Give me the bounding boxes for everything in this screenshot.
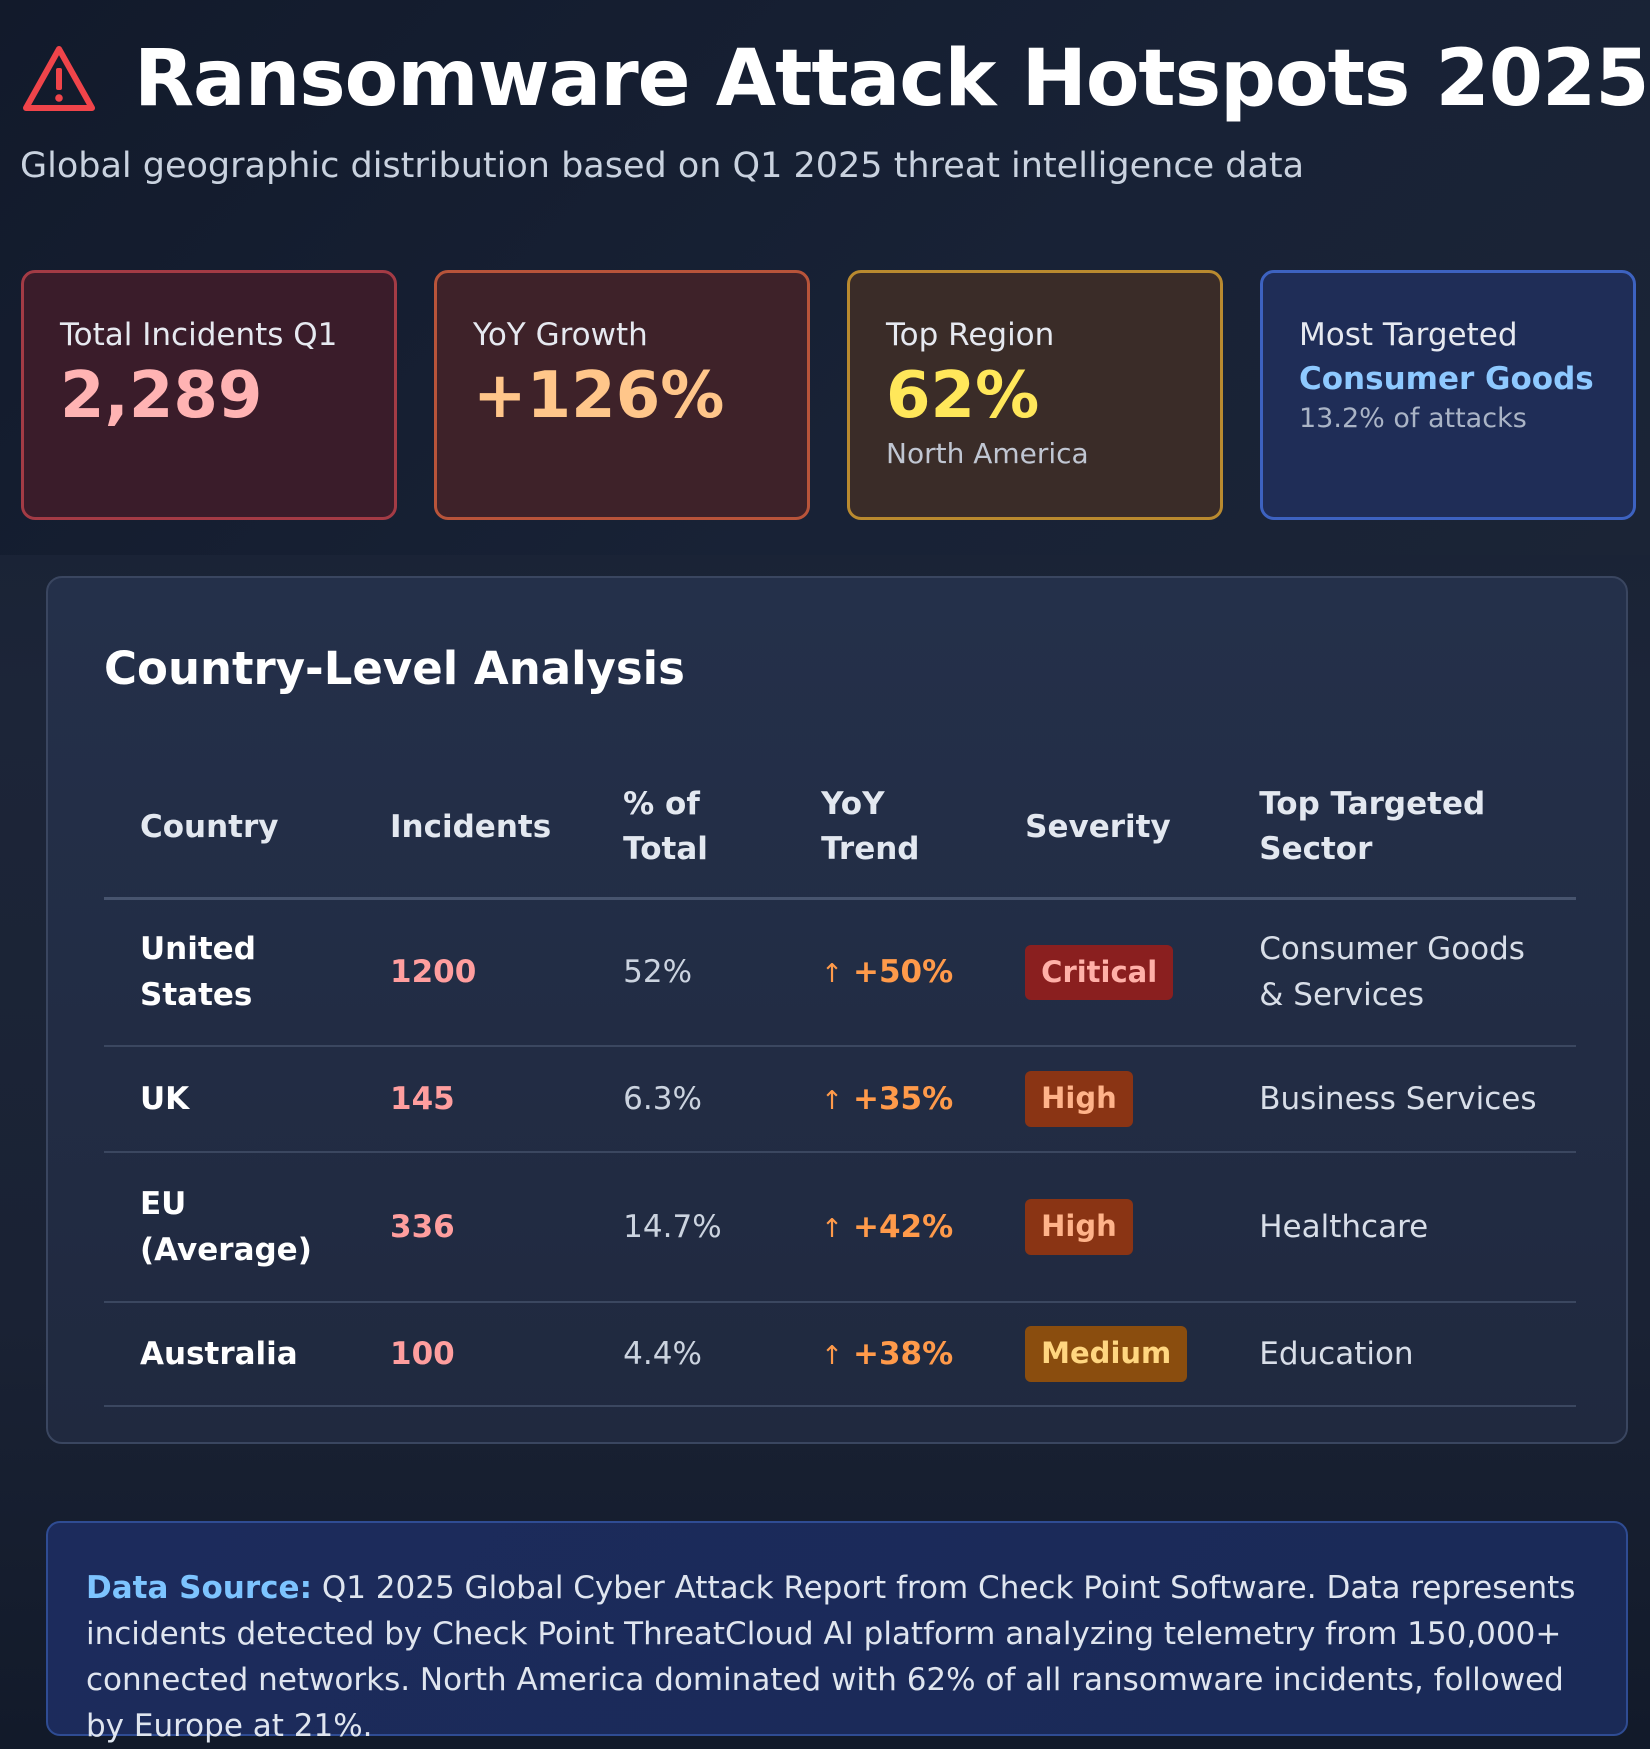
cell-incidents: 336: [354, 1152, 588, 1303]
page-subtitle: Global geographic distribution based on …: [20, 146, 1305, 186]
card-value: 2,289: [60, 359, 263, 433]
cell-trend: ↑ +38%: [785, 1302, 990, 1407]
severity-badge: High: [1025, 1199, 1133, 1255]
cell-country: Australia: [104, 1302, 354, 1407]
trend-value: +50%: [852, 954, 954, 990]
cell-severity: Medium: [989, 1302, 1224, 1407]
trend-up-icon: ↑: [821, 1213, 843, 1244]
column-header-pct: % of Total: [587, 758, 786, 900]
column-header-trend: YoY Trend: [785, 758, 990, 900]
severity-badge: Critical: [1025, 944, 1174, 1000]
card-label: Top Region: [886, 317, 1055, 353]
warning-triangle-icon: [23, 46, 95, 111]
cell-severity: Critical: [989, 898, 1224, 1047]
trend-value: +35%: [852, 1080, 954, 1117]
severity-badge: Medium: [1025, 1326, 1188, 1382]
page-title: Ransomware Attack Hotspots 2025: [134, 34, 1650, 124]
cell-incidents: 145: [354, 1046, 588, 1153]
card-value: 62%: [886, 359, 1040, 433]
panel-title: Country-Level Analysis: [104, 642, 685, 695]
trend-value: +42%: [852, 1208, 954, 1245]
column-header-country: Country: [104, 758, 354, 900]
cell-trend: ↑ +35%: [785, 1046, 990, 1153]
cell-sector: Education: [1223, 1302, 1576, 1407]
trend-up-icon: ↑: [821, 1085, 843, 1116]
table-row: Australia 100 4.4% ↑ +38% Medium Educatio…: [104, 1302, 1576, 1407]
table-row: EU (Average) 336 14.7% ↑ +42% High Health…: [104, 1152, 1576, 1303]
data-source-note: Data Source: Q1 2025 Global Cyber Attack…: [46, 1521, 1628, 1744]
card-label: YoY Growth: [473, 317, 648, 353]
cell-severity: High: [989, 1152, 1224, 1303]
cell-pct: 4.4%: [587, 1302, 786, 1407]
severity-badge: High: [1025, 1071, 1133, 1127]
cell-country: UK: [104, 1046, 354, 1153]
cell-incidents: 1200: [354, 898, 588, 1047]
table-row: UK 145 6.3% ↑ +35% High Business Services: [104, 1046, 1576, 1153]
cell-sector: Consumer Goods & Services: [1223, 898, 1576, 1047]
stat-card-total-incidents: Total Incidents Q1 2,289: [21, 270, 397, 520]
country-table: Country Incidents % of Total YoY Trend S…: [104, 758, 1576, 1407]
cell-country: United States: [104, 898, 354, 1047]
title-row: Ransomware Attack Hotspots 2025: [22, 34, 1650, 124]
stat-card-yoy-growth: YoY Growth +126%: [434, 270, 810, 520]
card-sub: North America: [886, 437, 1089, 471]
table-header-row: Country Incidents % of Total YoY Trend S…: [104, 758, 1576, 900]
card-sub: 13.2% of attacks: [1299, 403, 1527, 434]
data-source-label: Data Source:: [86, 1570, 312, 1606]
cell-country: EU (Average): [104, 1152, 354, 1303]
trend-value: +38%: [852, 1335, 954, 1372]
column-header-severity: Severity: [989, 758, 1224, 900]
cell-sector: Business Services: [1223, 1046, 1576, 1153]
cell-sector: Healthcare: [1223, 1152, 1576, 1303]
card-value: +126%: [473, 359, 725, 433]
cell-trend: ↑ +42%: [785, 1152, 990, 1303]
cell-severity: High: [989, 1046, 1224, 1153]
card-label: Total Incidents Q1: [60, 317, 338, 353]
stat-card-top-region: Top Region 62% North America: [847, 270, 1223, 520]
stat-card-most-targeted: Most Targeted Consumer Goods 13.2% of at…: [1260, 270, 1636, 520]
cell-pct: 6.3%: [587, 1046, 786, 1153]
table-row: United States 1200 52% ↑ +50% Critical Co…: [104, 898, 1576, 1047]
cell-trend: ↑ +50%: [785, 898, 990, 1047]
trend-up-icon: ↑: [821, 1340, 843, 1371]
cell-incidents: 100: [354, 1302, 588, 1407]
cell-pct: 14.7%: [587, 1152, 786, 1303]
card-highlight: Consumer Goods: [1299, 361, 1594, 397]
cell-pct: 52%: [587, 898, 786, 1047]
column-header-incidents: Incidents: [354, 758, 588, 900]
country-analysis-panel: Country-Level Analysis Country Incidents…: [46, 576, 1628, 1444]
card-label: Most Targeted: [1299, 317, 1518, 353]
column-header-sector: Top Targeted Sector: [1223, 758, 1576, 900]
trend-up-icon: ↑: [821, 959, 843, 989]
